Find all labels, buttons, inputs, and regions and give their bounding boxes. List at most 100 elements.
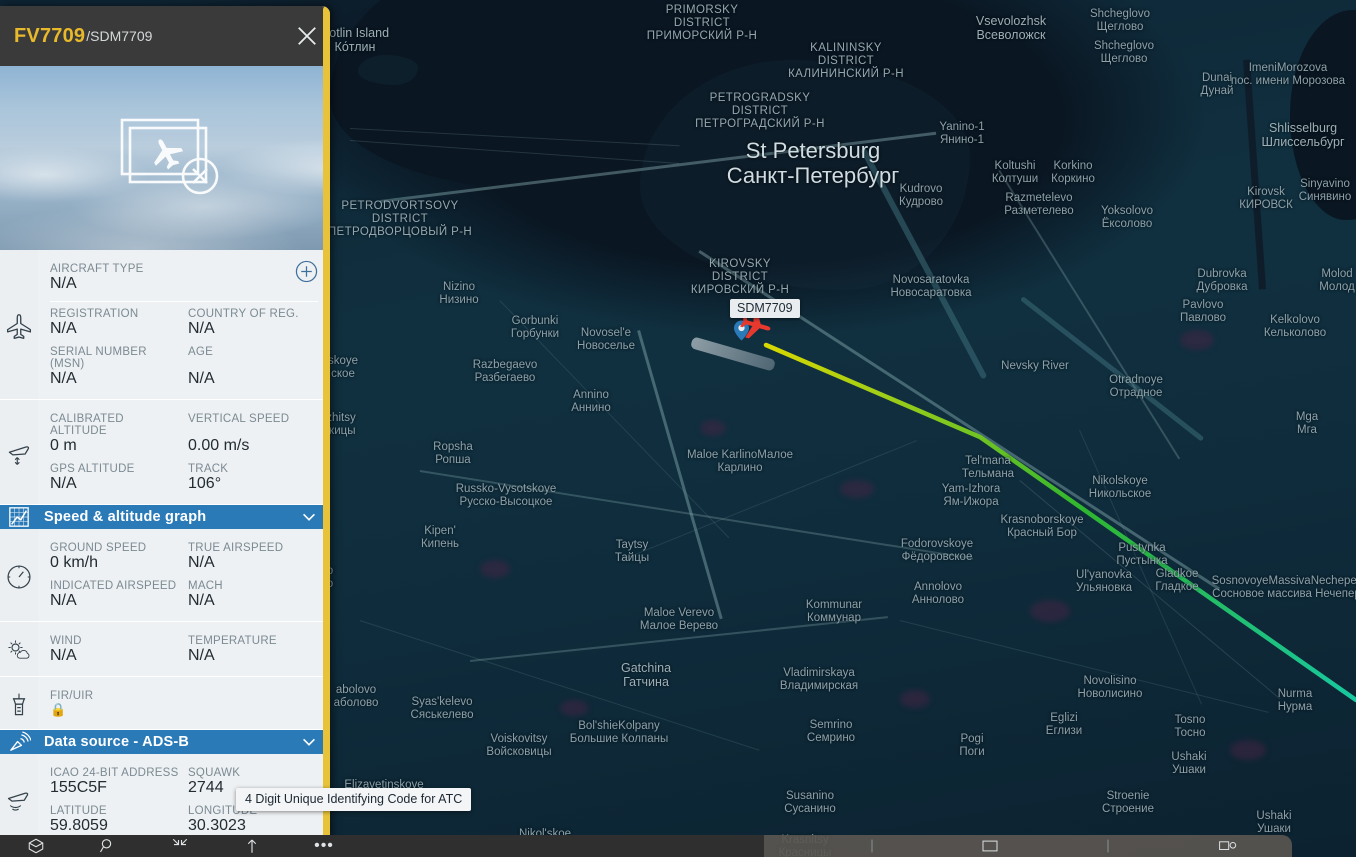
map-label: skoye ское xyxy=(327,355,359,380)
map-label: Pogi Поги xyxy=(959,733,985,758)
control-tower-icon xyxy=(0,677,38,729)
icao-address-value: 155C5F xyxy=(50,779,107,796)
layers-icon[interactable] xyxy=(1218,839,1238,853)
wind-value: N/A xyxy=(50,647,77,664)
water-ladoga xyxy=(1290,10,1356,220)
map-label: Tel'mana Тельмана xyxy=(961,455,1015,480)
road-kad-west xyxy=(637,330,723,620)
aircraft-signal-icon xyxy=(0,754,38,846)
share-upload-icon[interactable] xyxy=(216,837,288,855)
panel-scrollbar-thumb[interactable] xyxy=(323,6,330,847)
sun-cloud-icon xyxy=(0,622,38,676)
map-label: Eglizi Еглизи xyxy=(1045,712,1083,737)
flight-details-panel[interactable]: FV7709 /SDM7709 AIRCRAFT TYPE N/A REGIST… xyxy=(0,6,330,847)
squawk-label[interactable]: SQUAWK xyxy=(188,761,318,779)
flight-number: FV7709 xyxy=(14,24,86,47)
collapse-arrows-icon[interactable] xyxy=(144,837,216,855)
bottom-right-toolbar[interactable] xyxy=(692,835,1292,857)
temperature-value: N/A xyxy=(188,647,215,664)
land-kotlin xyxy=(358,55,418,85)
map-label: Pustynka Пустынка xyxy=(1116,542,1168,567)
aircraft-info-block: AIRCRAFT TYPE N/A REGISTRATION COUNTRY O… xyxy=(0,250,330,400)
map-label: Krasnoborskoye Красный Бор xyxy=(1000,514,1084,539)
plus-circle-icon[interactable] xyxy=(295,260,318,283)
calibrated-altitude-label: CALIBRATED ALTITUDE xyxy=(50,413,124,437)
map-label: zhitsy жицы xyxy=(326,412,356,437)
road-e105 xyxy=(998,170,1181,460)
country-value: N/A xyxy=(188,320,215,337)
urban-blob-3 xyxy=(1030,600,1070,622)
panel-scrollbar[interactable] xyxy=(323,6,330,847)
true-airspeed-label: TRUE AIRSPEED xyxy=(188,542,284,554)
data-source-section[interactable]: Data source - ADS-B xyxy=(0,730,330,754)
map-label: Mga Мга xyxy=(1295,411,1319,436)
road-gatchina xyxy=(470,616,888,662)
map-label: Korkino Коркино xyxy=(1051,160,1095,185)
map-label: Yam-Izhora Ям-Ижора xyxy=(941,483,1001,508)
map-label: Shcheglovo Щеглово xyxy=(1089,8,1151,33)
flight-callsign: /SDM7709 xyxy=(86,28,153,44)
road-minor-5 xyxy=(359,620,760,751)
temperature-label: TEMPERATURE xyxy=(188,635,277,647)
speed-info-block: GROUND SPEED TRUE AIRSPEED 0 km/h N/A IN… xyxy=(0,529,330,622)
calibrated-altitude-value: 0 m xyxy=(50,437,77,454)
map-label: Kipen' Кипень xyxy=(420,525,460,550)
aircraft-type-value: N/A xyxy=(50,275,77,292)
fir-uir-block: FIR/UIR 🔒 xyxy=(0,677,330,730)
cube-3d-icon[interactable] xyxy=(0,837,72,855)
map-label: Shcheglovo Щеглово xyxy=(1093,40,1155,65)
map-label: Razbegaevo Разбегаево xyxy=(472,359,538,384)
mach-label: MACH xyxy=(188,580,223,592)
altitude-info-block: CALIBRATED ALTITUDE VERTICAL SPEED 0 m 0… xyxy=(0,400,330,505)
chevron-down-icon[interactable] xyxy=(300,508,318,526)
urban-blob-8 xyxy=(900,690,930,708)
registration-label: REGISTRATION xyxy=(50,308,139,320)
vertical-speed-value: 0.00 m/s xyxy=(188,437,250,454)
chevron-down-icon-2[interactable] xyxy=(300,733,318,751)
map-label: Annolovo Аннолово xyxy=(911,581,965,606)
fir-uir-label: FIR/UIR xyxy=(50,690,94,702)
aircraft-callsign-label[interactable]: SDM7709 xyxy=(730,299,800,318)
map-label: Syas'kelevo Сяськелево xyxy=(410,696,474,721)
panel-scroll-area[interactable]: AIRCRAFT TYPE N/A REGISTRATION COUNTRY O… xyxy=(0,250,330,847)
map-label: Voiskovitsy Войсковицы xyxy=(486,733,552,758)
speed-altitude-graph-section[interactable]: Speed & altitude graph xyxy=(0,505,330,529)
wind-label: WIND xyxy=(50,635,82,647)
fir-uir-fields: FIR/UIR 🔒 xyxy=(38,677,330,729)
gps-altitude-value: N/A xyxy=(50,475,77,492)
panel-icon[interactable] xyxy=(981,839,999,853)
weather-fields: WIND TEMPERATURE N/A N/A xyxy=(38,622,330,676)
ground-speed-value: 0 km/h xyxy=(50,554,99,571)
map-label: Nurma Нурма xyxy=(1277,688,1313,713)
map-label: abolovo аболово xyxy=(333,684,379,709)
msn-label: SERIAL NUMBER (MSN) xyxy=(50,346,147,370)
map-label: Ropsha Ропша xyxy=(433,441,473,466)
airplane-icon xyxy=(0,250,38,399)
bottom-toolbar[interactable]: ••• xyxy=(0,835,764,857)
true-airspeed-value: N/A xyxy=(188,554,215,571)
river-dark-channel xyxy=(1243,59,1267,290)
map-label: Vsevolozhsk Всеволожск xyxy=(975,14,1047,42)
map-label: Dubrovka Дубровка xyxy=(1196,268,1248,293)
map-label: Vladimirskaya Владимирская xyxy=(779,667,859,692)
msn-value: N/A xyxy=(50,370,77,387)
chart-grid-icon xyxy=(0,506,38,528)
aircraft-photo-placeholder xyxy=(0,66,330,250)
rail-line-3 xyxy=(1019,480,1281,700)
lock-icon: 🔒 xyxy=(50,702,67,717)
close-icon[interactable] xyxy=(296,25,318,47)
registration-value: N/A xyxy=(50,320,77,337)
aircraft-altitude-icon xyxy=(0,400,38,504)
map-label: Maloe KarlinoМалое Карлино xyxy=(686,449,794,474)
aircraft-fields: AIRCRAFT TYPE N/A REGISTRATION COUNTRY O… xyxy=(38,250,330,399)
map-label: SosnovoyeMassivaNecheperet'Сосновое масс… xyxy=(1211,575,1356,600)
age-value: N/A xyxy=(188,370,215,387)
latitude-value: 59.8059 xyxy=(50,817,108,834)
more-dots-icon[interactable]: ••• xyxy=(288,837,360,855)
indicated-airspeed-value: N/A xyxy=(50,592,77,609)
speed-altitude-graph-title: Speed & altitude graph xyxy=(44,509,207,525)
search-icon[interactable] xyxy=(72,837,144,855)
map-label: Susanino Сусанино xyxy=(784,790,836,815)
aircraft-type-label: AIRCRAFT TYPE xyxy=(50,263,144,275)
river-neva-2 xyxy=(1020,296,1205,442)
